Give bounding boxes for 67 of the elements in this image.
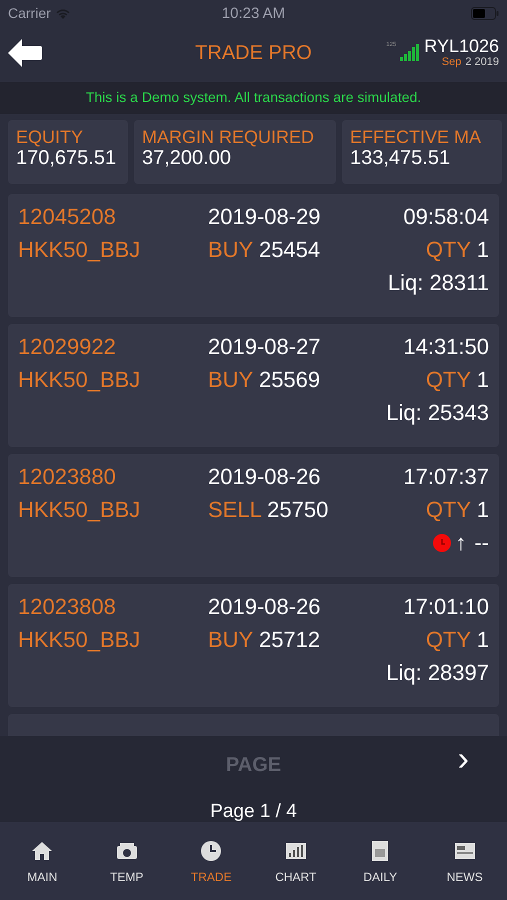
- symbol: HKK50_BBJ: [18, 498, 142, 521]
- bar-chart-icon: [286, 843, 306, 860]
- date-text: 2 2019: [465, 57, 499, 68]
- order-id: 12045208: [18, 206, 117, 228]
- arrow-indicator: ↑: [455, 532, 466, 554]
- quantity: QTY 1: [426, 498, 489, 521]
- tab-label: TRADE: [190, 869, 232, 886]
- order-id: 12023880: [18, 466, 117, 488]
- trade-time: 17:07:37: [403, 466, 489, 488]
- symbol: HKK50_BBJ: [18, 238, 142, 261]
- liquidation-value: --: [474, 532, 489, 554]
- summary-value: 133,475.51: [350, 148, 452, 168]
- summary-label: EQUITY: [16, 128, 84, 146]
- trade-side-price: BUY 25712: [208, 628, 320, 651]
- carrier-name: Carrier: [8, 4, 51, 24]
- summary-value: 37,200.00: [142, 148, 232, 168]
- clock-time: 10:23 AM: [222, 4, 286, 24]
- trade-date: 2019-08-26: [208, 466, 321, 488]
- page-indicator: Page 1 / 4: [210, 800, 297, 824]
- tab-item[interactable]: NEWS: [422, 822, 507, 900]
- tab-label: TEMP: [110, 869, 144, 886]
- summary-label: EFFECTIVE MA: [350, 128, 482, 146]
- tab-label: MAIN: [27, 869, 58, 886]
- trade-side-price: BUY 25454: [208, 238, 320, 261]
- newspaper-icon: [454, 843, 475, 860]
- trade-time: 14:31:50: [403, 336, 489, 358]
- house-icon: [32, 842, 52, 860]
- order-id: 12023808: [18, 596, 117, 618]
- account-id: RYL1026: [424, 37, 499, 56]
- document-icon: [372, 841, 388, 862]
- order-id: 12029922: [18, 336, 117, 358]
- trade-time: 09:58:04: [403, 206, 489, 228]
- next-page-button[interactable]: ›: [458, 742, 469, 776]
- wifi-icon: [54, 8, 71, 20]
- battery-icon: [471, 7, 499, 20]
- tab-label: NEWS: [446, 869, 483, 886]
- symbol: HKK50_BBJ: [18, 628, 142, 651]
- demo-notice: This is a Demo system. All transactions are simulated.: [86, 88, 422, 108]
- trade-side-price: SELL 25750: [208, 498, 328, 521]
- summary-label: MARGIN REQUIRED: [142, 128, 316, 146]
- camera-icon: [116, 843, 137, 860]
- tab-item[interactable]: CHART: [254, 822, 338, 900]
- tab-item[interactable]: MAIN: [0, 822, 84, 900]
- signal-bars-icon: [400, 44, 420, 62]
- liquidation-value: Liq: 28311: [388, 272, 489, 294]
- screen-title: TRADE PRO: [195, 40, 312, 66]
- summary-value: 170,675.51: [16, 148, 118, 168]
- liquidation-value: Liq: 25343: [386, 402, 489, 424]
- tab-item[interactable]: DAILY: [338, 822, 422, 900]
- tab-item[interactable]: TEMP: [84, 822, 169, 900]
- trade-side-price: BUY 25569: [208, 368, 320, 391]
- liquidation-value: Liq: 28397: [386, 662, 489, 684]
- clock-icon: [201, 841, 222, 862]
- clock-icon: [433, 534, 452, 552]
- quantity: QTY 1: [426, 238, 489, 261]
- trade-date: 2019-08-26: [208, 596, 321, 618]
- symbol: HKK50_BBJ: [18, 368, 142, 391]
- tab-item[interactable]: TRADE: [169, 822, 254, 900]
- trade-date: 2019-08-29: [208, 206, 321, 228]
- tab-label: DAILY: [363, 869, 398, 886]
- quantity: QTY 1: [426, 628, 489, 651]
- date-month: Sep: [442, 57, 462, 68]
- tab-label: CHART: [275, 869, 316, 886]
- quantity: QTY 1: [426, 368, 489, 391]
- trade-time: 17:01:10: [403, 596, 489, 618]
- trade-date: 2019-08-27: [208, 336, 321, 358]
- back-arrow-icon[interactable]: [8, 38, 42, 67]
